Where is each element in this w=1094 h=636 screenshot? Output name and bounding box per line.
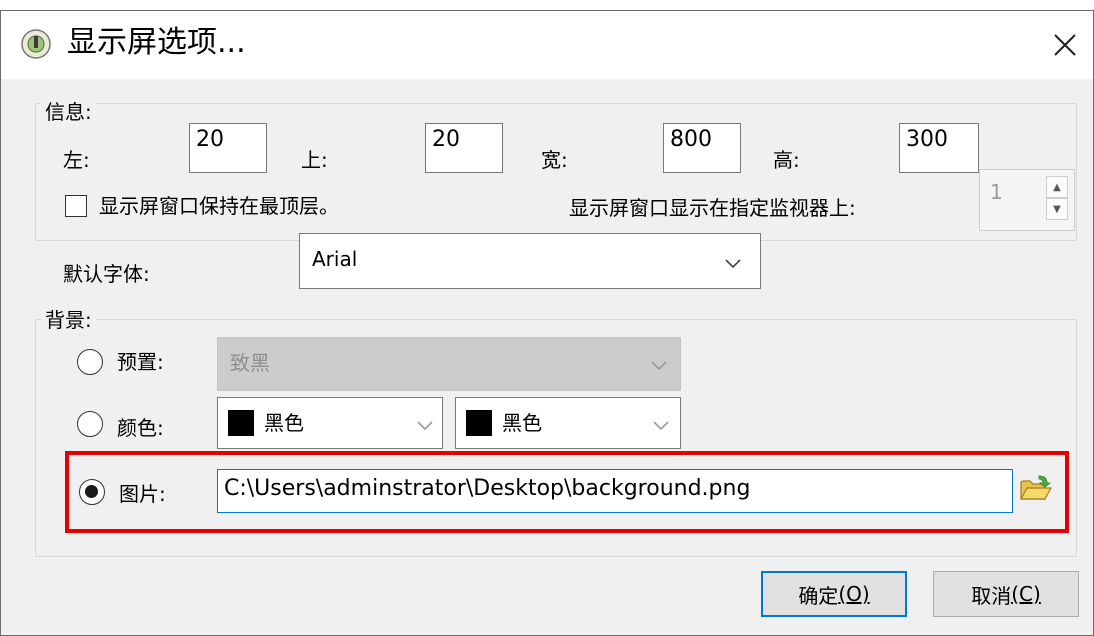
color-label: 颜色: xyxy=(117,416,164,440)
preset-select[interactable]: 致黑 xyxy=(217,337,681,391)
display-options-dialog: 显示屏选项... 信息: 左: 20 上: 20 宽: 800 高: 300 显… xyxy=(0,10,1094,636)
height-input[interactable]: 300 xyxy=(899,123,979,173)
ok-mnemonic: (O) xyxy=(838,582,870,606)
width-input[interactable]: 800 xyxy=(663,123,741,173)
font-label: 默认字体: xyxy=(63,262,150,286)
topmost-checkbox[interactable] xyxy=(65,195,87,217)
preset-label: 预置: xyxy=(117,350,164,374)
cancel-button[interactable]: 取消 (C) xyxy=(933,571,1079,617)
monitor-spinner[interactable]: 1 ▲ ▼ xyxy=(979,169,1075,231)
image-path-input[interactable]: C:\Users\adminstrator\Desktop\background… xyxy=(217,469,1013,513)
monitor-label: 显示屏窗口显示在指定监视器上: xyxy=(569,196,856,220)
color1-value: 黑色 xyxy=(264,411,304,435)
font-select[interactable]: Arial xyxy=(299,233,761,289)
color1-select[interactable]: 黑色 xyxy=(217,397,443,449)
color-swatch xyxy=(228,410,254,436)
chevron-down-icon xyxy=(725,259,741,269)
dialog-title: 显示屏选项... xyxy=(67,25,246,60)
chevron-down-icon xyxy=(653,421,669,431)
close-button[interactable] xyxy=(1041,21,1089,69)
radio-selected-dot xyxy=(85,485,98,498)
spin-up-button[interactable]: ▲ xyxy=(1046,176,1068,198)
spin-down-button[interactable]: ▼ xyxy=(1046,198,1068,220)
color-swatch xyxy=(466,410,492,436)
background-caption: 背景: xyxy=(41,307,96,333)
color2-select[interactable]: 黑色 xyxy=(455,397,681,449)
width-label: 宽: xyxy=(541,148,568,172)
preset-radio[interactable] xyxy=(77,349,103,375)
cancel-label: 取消 xyxy=(971,583,1012,608)
open-folder-icon[interactable] xyxy=(1019,473,1053,503)
preset-value: 致黑 xyxy=(230,351,270,375)
image-radio[interactable] xyxy=(79,479,105,505)
ok-button[interactable]: 确定 (O) xyxy=(761,571,907,617)
top-input[interactable]: 20 xyxy=(425,123,503,173)
font-value: Arial xyxy=(312,247,358,271)
close-icon xyxy=(1054,34,1076,56)
image-label: 图片: xyxy=(119,482,166,506)
color-radio[interactable] xyxy=(77,411,103,437)
ok-label: 确定 xyxy=(798,583,839,608)
top-label: 上: xyxy=(301,148,328,172)
chevron-down-icon xyxy=(417,421,433,431)
color2-value: 黑色 xyxy=(502,411,542,435)
display-options-icon xyxy=(21,29,51,59)
info-caption: 信息: xyxy=(41,99,96,125)
left-label: 左: xyxy=(63,148,90,172)
cancel-mnemonic: (C) xyxy=(1011,582,1041,606)
chevron-down-icon xyxy=(651,361,667,371)
topmost-label: 显示屏窗口保持在最顶层。 xyxy=(99,194,339,218)
monitor-value: 1 xyxy=(990,180,1003,204)
height-label: 高: xyxy=(773,148,800,172)
title-bar: 显示屏选项... xyxy=(1,11,1093,79)
left-input[interactable]: 20 xyxy=(189,123,267,173)
